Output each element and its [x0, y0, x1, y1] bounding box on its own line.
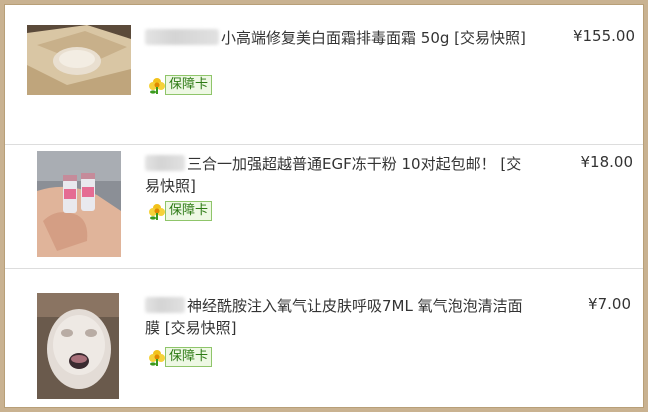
list-item: 神经酰胺注入氧气让皮肤呼吸7ML 氧气泡泡清洁面膜 [交易快照] 保障卡 ¥7.…	[5, 269, 643, 407]
redacted-shop-name	[145, 29, 219, 45]
price: ¥18.00	[580, 153, 634, 171]
flower-icon	[149, 204, 165, 220]
price: ¥7.00	[588, 295, 631, 313]
guarantee-badge[interactable]: 保障卡	[147, 201, 213, 221]
product-title[interactable]: 三合一加强超越普通EGF冻干粉 10对起包邮！ [交易快照]	[145, 153, 535, 197]
product-image[interactable]	[27, 25, 131, 95]
product-image[interactable]	[37, 151, 121, 257]
product-title[interactable]: 神经酰胺注入氧气让皮肤呼吸7ML 氧气泡泡清洁面膜 [交易快照]	[145, 295, 535, 339]
redacted-shop-name	[145, 297, 185, 313]
order-list: 小高端修复美白面霜排毒面霜 50g [交易快照] 保障卡 ¥155.00 三合一…	[4, 4, 644, 408]
guarantee-badge[interactable]: 保障卡	[147, 347, 213, 367]
flower-icon	[149, 78, 165, 94]
price: ¥155.00	[572, 27, 635, 45]
flower-icon	[149, 350, 165, 366]
product-image[interactable]	[37, 293, 119, 399]
redacted-shop-name	[145, 155, 185, 171]
guarantee-badge[interactable]: 保障卡	[147, 75, 213, 95]
list-item: 三合一加强超越普通EGF冻干粉 10对起包邮！ [交易快照] 保障卡 ¥18.0…	[5, 127, 643, 269]
list-item: 小高端修复美白面霜排毒面霜 50g [交易快照] 保障卡 ¥155.00	[5, 5, 643, 145]
product-title[interactable]: 小高端修复美白面霜排毒面霜 50g [交易快照]	[145, 27, 535, 49]
